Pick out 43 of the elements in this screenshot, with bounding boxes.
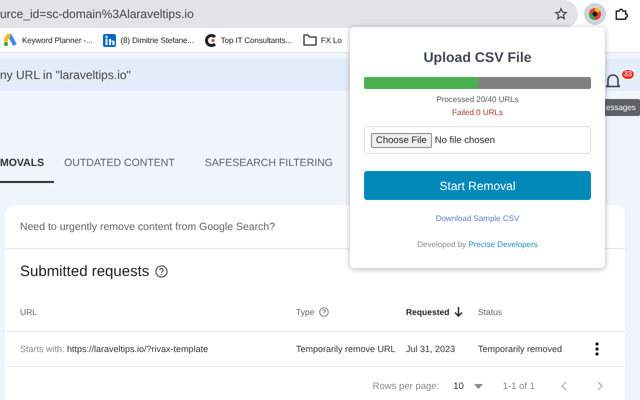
puzzle-icon[interactable] (614, 7, 628, 21)
bookmark[interactable]: (8) Dimitrie Stefane... (103, 34, 194, 46)
bookmark[interactable]: Keyword Planner -... (4, 34, 92, 46)
column-header[interactable]: Type (296, 307, 330, 317)
help-icon[interactable] (155, 264, 168, 278)
tooltip: essages (602, 99, 640, 116)
rows-per-page-select[interactable]: 10 (453, 380, 464, 392)
bookmark[interactable]: Top IT Consultants... (204, 34, 292, 46)
dropdown-caret-icon[interactable] (474, 384, 483, 388)
sort-arrow-icon[interactable] (454, 307, 464, 317)
bell-icon[interactable] (606, 73, 620, 89)
help-icon[interactable] (319, 307, 330, 317)
table-cell-text: Starts with: https://laraveltips.io/?rivax-template (20, 344, 210, 354)
bookmark[interactable]: FX Lo (302, 34, 342, 46)
developer-link[interactable]: Precise Developers (468, 240, 538, 249)
start-removal-button[interactable]: Start Removal (364, 171, 591, 200)
more-icon[interactable] (595, 342, 599, 356)
table-cell-text: Temporarily remove URL (296, 344, 397, 354)
c-logo-icon (204, 34, 217, 46)
square-logo-icon (103, 34, 116, 46)
progress-text: Processed 20/40 URLs (436, 95, 519, 104)
column-header[interactable]: Status (478, 307, 502, 317)
column-header[interactable]: URL (20, 307, 38, 317)
column-header[interactable]: Requested (406, 307, 464, 317)
file-status: No file chosen (434, 134, 495, 146)
page-range: 1-1 of 1 (502, 380, 535, 392)
tab[interactable]: OUTDATED CONTENT (64, 153, 175, 183)
folder-icon (302, 34, 317, 46)
section-title: Submitted requests (20, 262, 150, 280)
extension-icon[interactable] (584, 3, 606, 25)
address-bar[interactable]: urce_id=sc-domain%3Alaraveltips.io (0, 0, 578, 28)
triangle-logo-icon (4, 34, 18, 46)
tab[interactable]: SAFESEARCH FILTERING (204, 153, 333, 183)
star-icon[interactable] (554, 7, 568, 21)
file-input[interactable]: Choose File No file chosen (364, 126, 591, 154)
rows-per-page-label: Rows per page: (372, 380, 440, 392)
table-cell-text: Temporarily removed (478, 344, 564, 354)
choose-file-button[interactable]: Choose File (371, 132, 432, 148)
tab[interactable]: MOVALS (0, 153, 54, 183)
credit-text: Developed by Precise Developers (417, 240, 538, 249)
download-link[interactable]: Download Sample CSV (436, 214, 520, 223)
table-cell-text: Jul 31, 2023 (406, 344, 456, 354)
failed-text: Failed 0 URLs (452, 108, 503, 117)
